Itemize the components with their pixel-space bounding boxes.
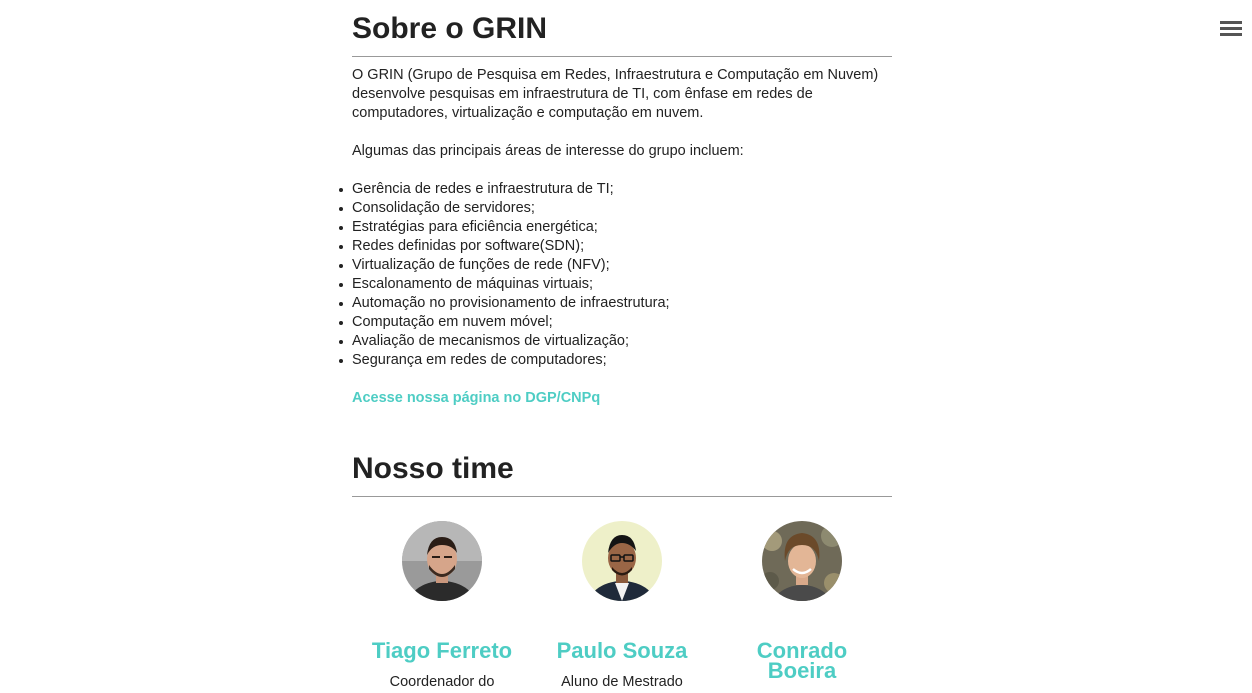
team-member-card: Paulo Souza Aluno de Mestrado <box>532 521 712 692</box>
member-role: Coordenador do <box>389 674 495 690</box>
title-divider <box>352 56 892 57</box>
about-section: Sobre o GRIN O GRIN (Grupo de Pesquisa e… <box>339 0 892 408</box>
list-item: Consolidação de servidores; <box>339 199 892 218</box>
list-item: Segurança em redes de computadores; <box>339 351 892 370</box>
menu-bar <box>1220 21 1242 24</box>
member-name[interactable]: Paulo Souza <box>532 640 712 662</box>
member-role: Aluno de Mestrado <box>561 674 683 690</box>
avatar[interactable] <box>402 521 482 601</box>
team-member-card: Tiago Ferreto Coordenador do <box>352 521 532 692</box>
title-divider <box>352 496 892 497</box>
avatar[interactable] <box>762 521 842 601</box>
avatar[interactable] <box>582 521 662 601</box>
member-name[interactable]: Tiago Ferreto <box>352 640 532 662</box>
menu-bar <box>1220 27 1242 30</box>
hamburger-menu-icon[interactable] <box>1220 20 1242 38</box>
list-item: Virtualização de funções de rede (NFV); <box>339 256 892 275</box>
team-section: Nosso time <box>352 454 892 497</box>
areas-intro: Algumas das principais áreas de interess… <box>352 143 744 159</box>
team-members: Tiago Ferreto Coordenador do Paulo Souza… <box>352 521 892 690</box>
team-title: Nosso time <box>352 452 514 485</box>
about-intro: O GRIN (Grupo de Pesquisa em Redes, Infr… <box>352 67 879 121</box>
list-item: Redes definidas por software(SDN); <box>339 237 892 256</box>
list-item: Escalonamento de máquinas virtuais; <box>339 275 892 294</box>
about-title: Sobre o GRIN <box>352 12 548 45</box>
member-name[interactable]: Conrado Boeira <box>752 640 852 682</box>
list-item: Estratégias para eficiência energética; <box>339 218 892 237</box>
team-member-card: Conrado Boeira <box>712 521 892 693</box>
dgp-cnpq-link[interactable]: Acesse nossa página no DGP/CNPq <box>352 389 892 408</box>
list-item: Avaliação de mecanismos de virtualização… <box>339 332 892 351</box>
list-item: Gerência de redes e infraestrutura de TI… <box>339 180 892 199</box>
list-item: Computação em nuvem móvel; <box>339 313 892 332</box>
list-item: Automação no provisionamento de infraest… <box>339 294 892 313</box>
areas-list: Gerência de redes e infraestrutura de TI… <box>339 180 892 370</box>
menu-bar <box>1220 33 1242 36</box>
main-content: Sobre o GRIN O GRIN (Grupo de Pesquisa e… <box>339 0 892 497</box>
